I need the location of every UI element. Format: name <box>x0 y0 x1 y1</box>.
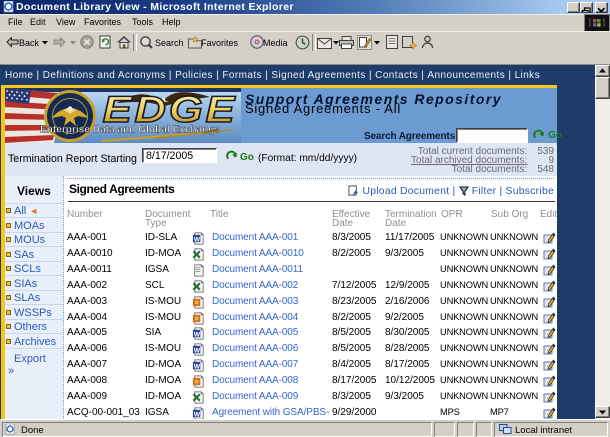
svg-text:W: W <box>194 363 201 370</box>
svg-text:W: W <box>194 348 201 355</box>
svg-text:W: W <box>194 411 201 418</box>
svg-text:W: W <box>194 332 201 339</box>
svg-text:W: W <box>194 236 201 243</box>
